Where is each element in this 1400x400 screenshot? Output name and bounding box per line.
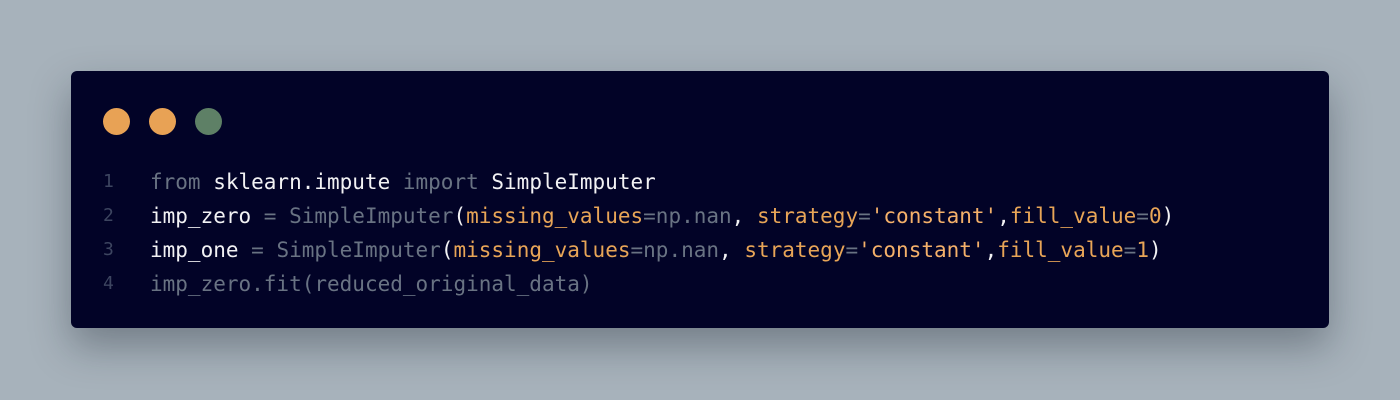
code-token: np.nan: [655, 204, 732, 228]
code-token: from: [150, 170, 214, 194]
code-line: 4 imp_zero.fit(reduced_original_data): [103, 267, 1309, 301]
code-token: np.nan: [643, 238, 720, 262]
code-token: ): [1161, 204, 1175, 228]
code-line: 2 imp_zero = SimpleImputer(missing_value…: [103, 199, 1309, 233]
code-token: ): [1148, 238, 1162, 262]
code-token: 0: [1148, 204, 1162, 228]
code-token: fill_value: [997, 238, 1124, 262]
code-token: =: [845, 238, 859, 262]
code-token: ,: [719, 238, 745, 262]
code-token: ,: [731, 204, 757, 228]
code-window: 1 from sklearn.impute import SimpleImput…: [71, 71, 1329, 328]
line-content: from sklearn.impute import SimpleImputer: [150, 165, 656, 199]
code-token: fill_value: [1009, 204, 1137, 228]
code-token: 1: [1136, 238, 1149, 262]
code-token: =: [858, 204, 871, 228]
line-number: 1: [103, 171, 114, 192]
maximize-dot-icon[interactable]: [195, 108, 222, 135]
line-content: imp_one = SimpleImputer(missing_values=n…: [150, 233, 1162, 267]
code-token: =: [1136, 204, 1149, 228]
code-token: =: [643, 204, 656, 228]
code-token: ,: [997, 204, 1010, 228]
code-token: =: [1123, 238, 1137, 262]
line-number: 2: [103, 205, 114, 226]
code-token: SimpleImputer: [276, 238, 441, 262]
code-token: (: [453, 204, 467, 228]
code-token: strategy: [756, 204, 859, 228]
code-token: reduced_original_data: [314, 272, 580, 296]
minimize-dot-icon[interactable]: [149, 108, 176, 135]
code-token: 'constant': [870, 204, 998, 228]
code-token: imp_zero.fit: [150, 272, 302, 296]
code-token: missing_values: [466, 204, 644, 228]
line-content: imp_zero = SimpleImputer(missing_values=…: [150, 199, 1174, 233]
code-token: strategy: [744, 238, 846, 262]
code-token: 'constant': [858, 238, 985, 262]
code-token: =: [251, 238, 277, 262]
code-token: (: [440, 238, 454, 262]
code-token: (: [301, 272, 315, 296]
code-token: import: [402, 170, 492, 194]
code-token: sklearn.impute: [213, 170, 403, 194]
code-block: 1 from sklearn.impute import SimpleImput…: [103, 165, 1309, 301]
line-number: 3: [103, 239, 114, 260]
code-token: =: [630, 238, 644, 262]
code-line: 1 from sklearn.impute import SimpleImput…: [103, 165, 1309, 199]
code-line: 3 imp_one = SimpleImputer(missing_values…: [103, 233, 1309, 267]
code-token: ): [579, 272, 593, 296]
code-token: SimpleImputer: [491, 170, 656, 194]
close-dot-icon[interactable]: [103, 108, 130, 135]
code-token: missing_values: [453, 238, 631, 262]
line-number: 4: [103, 273, 114, 294]
code-token: ,: [984, 238, 998, 262]
code-token: SimpleImputer: [289, 204, 454, 228]
window-controls: [103, 108, 222, 135]
code-token: =: [263, 204, 290, 228]
code-token: imp_one: [150, 238, 252, 262]
code-token: imp_zero: [150, 204, 264, 228]
line-content: imp_zero.fit(reduced_original_data): [150, 267, 593, 301]
